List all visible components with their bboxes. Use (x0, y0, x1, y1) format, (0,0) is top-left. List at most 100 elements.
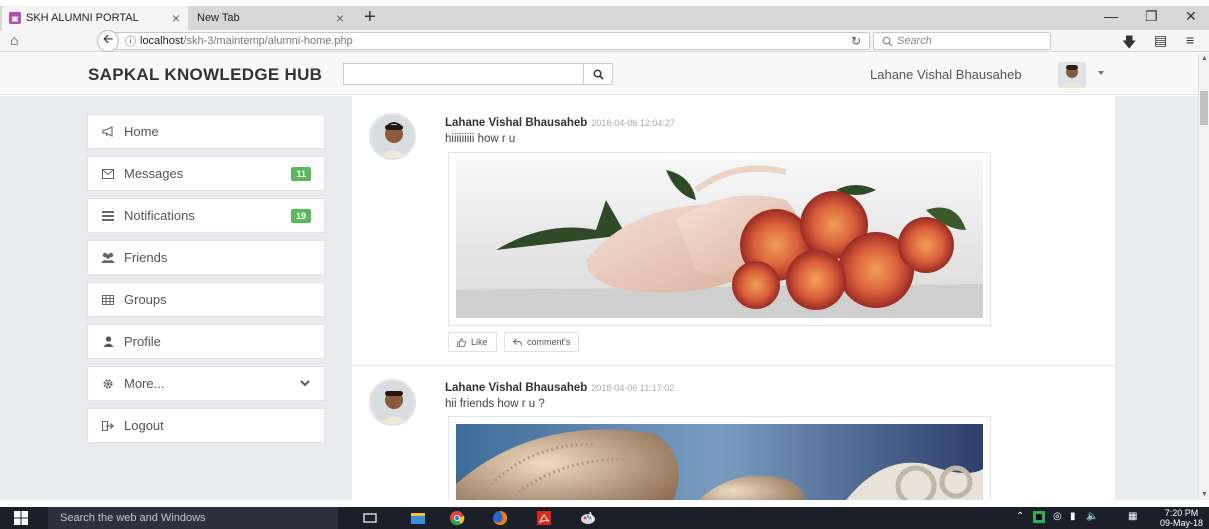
ballet-shoes-roses-image[interactable] (456, 160, 983, 318)
action-center-icon[interactable]: ▦ (1128, 511, 1137, 522)
search-icon (593, 69, 604, 80)
post-text: hiiiiiiiii how r u (445, 133, 516, 145)
sidebar-item-friends[interactable]: Friends (87, 240, 325, 275)
cog-icon (101, 377, 115, 391)
site-search (343, 63, 613, 85)
tab-skh-alumni-portal[interactable]: ▣ SKH ALUMNI PORTAL × (2, 6, 188, 30)
windows-taskbar: Search the web and Windows ⌃ ◎ ▮ 🔈 ▦ 7:2… (0, 507, 1209, 529)
brand-title[interactable]: SAPKAL KNOWLEDGE HUB (88, 65, 322, 85)
sidebar-item-profile[interactable]: Profile (87, 324, 325, 359)
taskbar-search-input[interactable]: Search the web and Windows (48, 507, 338, 529)
feed-post: Lahane Vishal Bhausaheb 2018-04-06 12:04:… (352, 96, 1115, 366)
clock-time: 7:20 PM (1164, 508, 1199, 518)
paint-icon[interactable] (580, 510, 596, 526)
tray-chevron-up-icon[interactable]: ⌃ (1016, 511, 1024, 522)
sidebar-item-label: More... (124, 376, 165, 391)
scrollbar-thumb[interactable] (1200, 91, 1208, 125)
post-author-name[interactable]: Lahane Vishal Bhausaheb (445, 117, 587, 129)
info-icon[interactable]: ⓘ (125, 33, 136, 49)
url-host: localhost (140, 35, 184, 47)
list-icon (101, 209, 115, 223)
acrobat-icon[interactable] (536, 510, 552, 526)
firefox-icon[interactable] (492, 510, 508, 526)
scroll-down-icon[interactable]: ▼ (1201, 491, 1208, 498)
post-author-name[interactable]: Lahane Vishal Bhausaheb (445, 382, 587, 394)
user-icon (101, 335, 115, 349)
sidebar-item-label: Notifications (124, 208, 195, 223)
post-author-avatar[interactable] (369, 113, 416, 160)
url-path: /skh-3/maintemp/alumni-home.php (183, 35, 353, 47)
sidebar-item-label: Messages (124, 166, 184, 181)
bullhorn-icon (101, 125, 115, 139)
post-author-avatar[interactable] (369, 379, 416, 426)
tab-label: New Tab (197, 12, 240, 24)
wifi-icon[interactable]: ◎ (1053, 511, 1062, 522)
sidebar-item-messages[interactable]: Messages 11 (87, 156, 325, 191)
browser-nav-bar: ⌂ 🡨 ⓘ localhost/skh-3/maintemp/alumni-ho… (0, 30, 1209, 52)
scroll-up-icon[interactable]: ▲ (1201, 55, 1208, 62)
close-tab-icon[interactable]: × (172, 11, 180, 25)
notifications-count-badge: 19 (290, 208, 311, 223)
reload-icon[interactable]: ↻ (851, 34, 861, 48)
close-tab-icon[interactable]: × (336, 11, 344, 25)
file-explorer-icon[interactable] (410, 510, 426, 526)
users-icon (101, 251, 115, 265)
sidebar-item-label: Groups (124, 292, 167, 307)
volume-icon[interactable]: 🔈 (1086, 511, 1098, 522)
browser-tab-bar: ▣ SKH ALUMNI PORTAL × New Tab × + — ❐ ✕ (0, 6, 1209, 30)
sidebar-item-more[interactable]: More... (87, 366, 325, 401)
tab-new-tab[interactable]: New Tab × (190, 6, 352, 30)
messages-count-badge: 11 (291, 166, 311, 181)
sidebar-item-label: Logout (124, 418, 164, 433)
page-scrollbar[interactable]: ▲ ▼ (1198, 53, 1209, 500)
tray-app-icon[interactable] (1033, 511, 1045, 526)
sidebar-item-home[interactable]: Home (87, 114, 325, 149)
battery-icon[interactable]: ▮ (1070, 511, 1076, 522)
site-search-input[interactable] (344, 64, 584, 84)
home-icon[interactable]: ⌂ (10, 32, 18, 48)
page-content: Home Messages 11 Notifications 19 Friend… (0, 96, 1198, 500)
comment-button[interactable]: comment's (504, 332, 580, 352)
comment-label: comment's (527, 337, 571, 347)
header-user-avatar[interactable] (1058, 62, 1086, 88)
fractal-art-image[interactable] (456, 424, 983, 500)
back-arrow-icon[interactable]: 🡨 (97, 30, 119, 52)
sidebar-item-notifications[interactable]: Notifications 19 (87, 198, 325, 233)
minimize-window-icon[interactable]: — (1104, 8, 1118, 24)
new-tab-plus-icon[interactable]: + (364, 7, 376, 27)
sidebar-toggle-icon[interactable]: ▤ (1154, 32, 1167, 49)
browser-search-placeholder: Search (897, 35, 932, 47)
sidebar-item-groups[interactable]: Groups (87, 282, 325, 317)
url-bar[interactable]: 🡨 ⓘ localhost/skh-3/maintemp/alumni-home… (97, 30, 870, 52)
sidebar-item-logout[interactable]: Logout (87, 408, 325, 443)
post-image-frame (448, 152, 991, 326)
site-search-button[interactable] (584, 64, 612, 84)
hamburger-menu-icon[interactable]: ≡ (1186, 32, 1194, 48)
windows-start-icon[interactable] (14, 511, 28, 529)
news-feed: Lahane Vishal Bhausaheb 2018-04-06 12:04:… (352, 96, 1115, 500)
clock-date: 09-May-18 (1160, 518, 1204, 528)
restore-window-icon[interactable]: ❐ (1145, 8, 1158, 25)
search-icon (882, 36, 893, 47)
sidebar-item-label: Friends (124, 250, 168, 265)
browser-search-input[interactable]: Search (873, 32, 1051, 50)
envelope-icon (101, 167, 115, 181)
post-timestamp: 2018-04-06 12:04:27 (591, 118, 675, 128)
feed-post: Lahane Vishal Bhausaheb 2018-04-06 11:17:… (352, 367, 1115, 500)
thumbs-up-icon (457, 337, 466, 347)
reply-icon (513, 338, 522, 346)
taskbar-clock[interactable]: 7:20 PM 09-May-18 (1160, 508, 1203, 528)
like-button[interactable]: Like (448, 332, 497, 352)
site-header: SAPKAL KNOWLEDGE HUB Lahane Vishal Bhaus… (0, 53, 1198, 95)
chrome-icon[interactable] (449, 510, 465, 526)
chevron-down-icon[interactable] (300, 380, 310, 387)
header-user-name[interactable]: Lahane Vishal Bhausaheb (870, 67, 1022, 82)
user-menu-caret-icon[interactable] (1098, 71, 1104, 75)
close-window-icon[interactable]: ✕ (1185, 8, 1197, 25)
task-view-icon[interactable] (362, 510, 378, 526)
post-image-frame (448, 416, 991, 500)
sidebar-item-label: Profile (124, 334, 161, 349)
like-label: Like (471, 337, 488, 347)
sidebar-item-label: Home (124, 124, 159, 139)
sign-out-icon (101, 419, 115, 433)
